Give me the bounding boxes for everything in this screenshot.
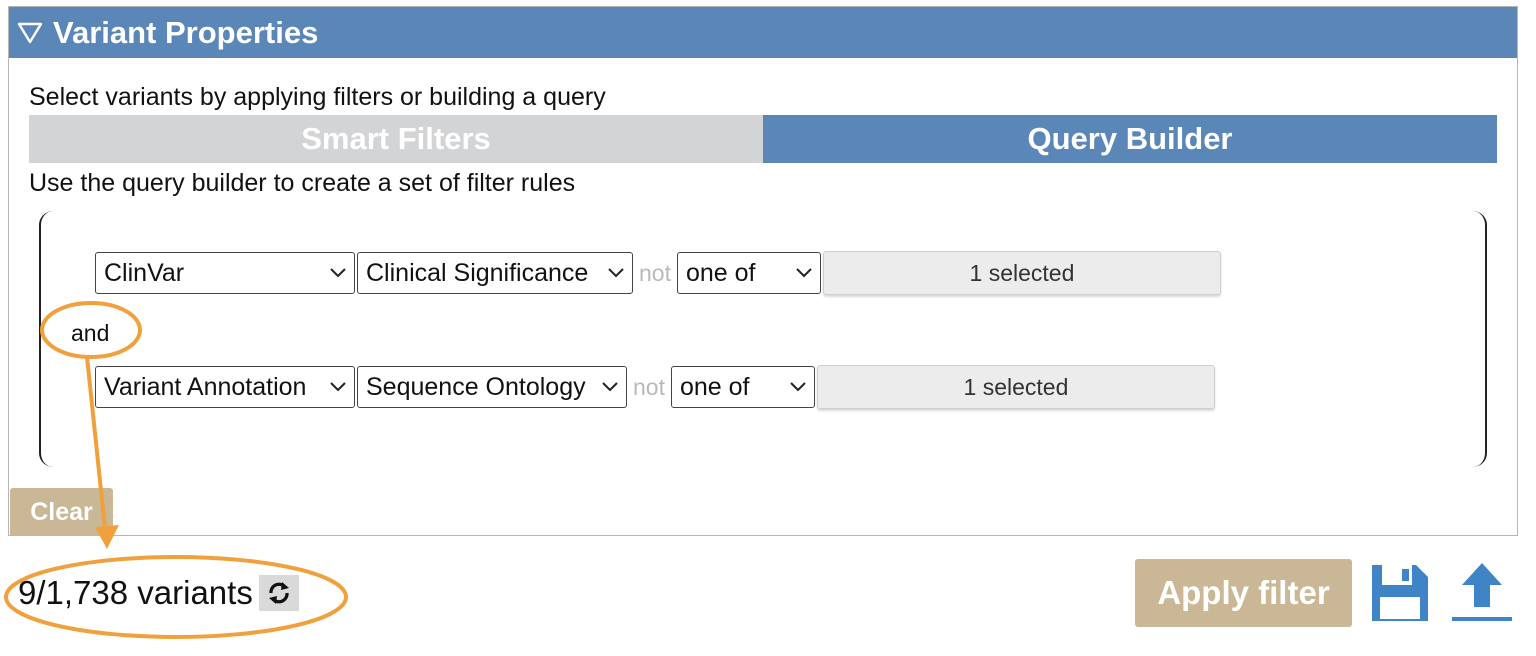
tab-query-builder[interactable]: Query Builder xyxy=(763,115,1497,163)
rule-group xyxy=(39,211,1487,467)
not-toggle[interactable]: not xyxy=(639,260,671,287)
select-value: Sequence Ontology xyxy=(366,372,586,401)
select-value: Variant Annotation xyxy=(104,372,307,401)
select-value: one of xyxy=(679,372,750,401)
variant-count-text: 9/1,738 variants xyxy=(18,574,253,611)
tab-smart-filters[interactable]: Smart Filters xyxy=(29,115,763,163)
rule-1-operator-select[interactable]: one of xyxy=(676,252,821,294)
rule-1-value-multiselect[interactable]: 1 selected xyxy=(822,251,1221,295)
chevron-down-icon xyxy=(796,268,812,278)
filter-rule-1: ClinVar Clinical Significance not one of… xyxy=(95,251,1221,295)
upload-icon[interactable] xyxy=(1450,561,1514,625)
filter-mode-tabs: Smart Filters Query Builder xyxy=(29,115,1497,163)
clear-button[interactable]: Clear xyxy=(10,488,113,536)
select-value: one of xyxy=(685,258,756,287)
rule-2-field-select[interactable]: Sequence Ontology xyxy=(357,366,627,408)
rule-2-source-select[interactable]: Variant Annotation xyxy=(95,366,355,408)
chevron-down-icon xyxy=(330,382,346,392)
rule-1-field-select[interactable]: Clinical Significance xyxy=(357,252,633,294)
panel-title: Variant Properties xyxy=(53,14,319,50)
intro-text: Select variants by applying filters or b… xyxy=(29,83,606,111)
rule-2-operator-select[interactable]: one of xyxy=(670,366,815,408)
query-builder-description: Use the query builder to create a set of… xyxy=(29,169,576,197)
variant-count: 9/1,738 variants xyxy=(18,574,299,612)
panel-header[interactable]: Variant Properties xyxy=(9,7,1517,58)
variant-properties-panel: Variant Properties Select variants by ap… xyxy=(8,6,1518,536)
chevron-down-icon xyxy=(790,382,806,392)
refresh-icon[interactable] xyxy=(258,575,299,611)
chevron-down-icon xyxy=(608,268,624,278)
apply-filter-button[interactable]: Apply filter xyxy=(1135,559,1352,627)
select-value: Clinical Significance xyxy=(366,258,589,287)
rule-1-source-select[interactable]: ClinVar xyxy=(95,252,355,294)
chevron-down-icon xyxy=(330,268,346,278)
conjunction-label[interactable]: and xyxy=(71,320,109,347)
select-value: ClinVar xyxy=(104,258,185,287)
filter-rule-2: Variant Annotation Sequence Ontology not… xyxy=(95,365,1215,409)
save-icon[interactable] xyxy=(1368,561,1432,625)
not-toggle[interactable]: not xyxy=(633,374,665,401)
rule-2-value-multiselect[interactable]: 1 selected xyxy=(816,365,1215,409)
chevron-down-icon xyxy=(602,382,618,392)
collapse-triangle-icon[interactable] xyxy=(17,22,43,44)
